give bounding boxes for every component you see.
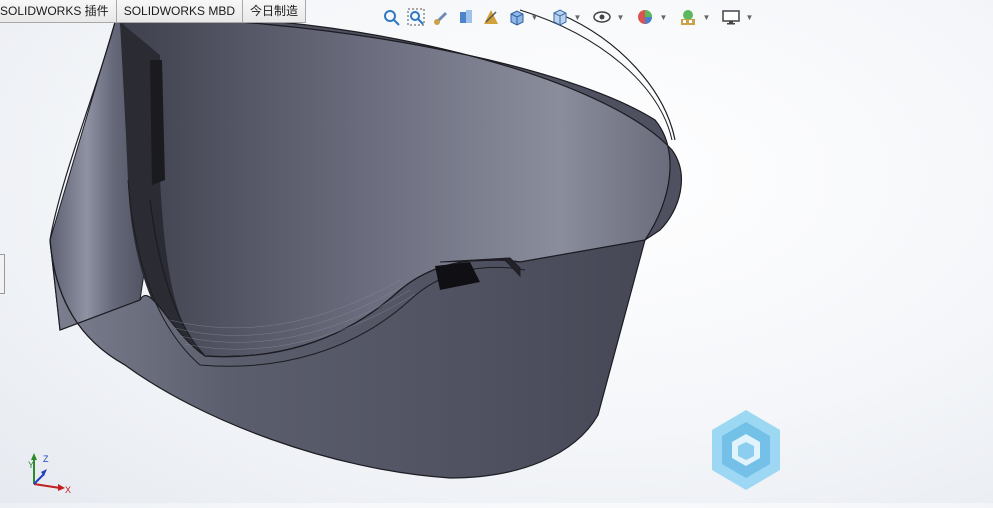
hide-show-dropdown-icon[interactable]: ▼ — [616, 6, 625, 28]
tab-solidworks-mbd[interactable]: SOLIDWORKS MBD — [116, 0, 244, 23]
cube-watermark-logo — [712, 410, 780, 490]
display-style-dropdown-icon[interactable]: ▼ — [573, 6, 582, 28]
view-settings-dropdown-icon[interactable]: ▼ — [745, 6, 754, 28]
triad-x-label: X — [65, 485, 71, 495]
view-orientation-icon[interactable] — [505, 6, 527, 28]
apply-scene-dropdown-icon[interactable]: ▼ — [702, 6, 711, 28]
zoom-to-area-icon[interactable] — [405, 6, 427, 28]
dynamic-annotation-icon[interactable] — [480, 6, 502, 28]
edit-appearance-dropdown-icon[interactable]: ▼ — [659, 6, 668, 28]
reference-triad: Y Z X — [28, 453, 71, 495]
model-view[interactable] — [0, 0, 993, 503]
graphics-area[interactable] — [0, 0, 993, 503]
tab-solidworks-addins[interactable]: SOLIDWORKS 插件 — [0, 0, 117, 23]
view-settings-icon[interactable] — [720, 6, 742, 28]
panel-collapse-handle[interactable] — [0, 254, 5, 294]
triad-x-axis — [33, 483, 61, 489]
view-orientation-dropdown-icon[interactable]: ▼ — [530, 6, 539, 28]
apply-scene-icon[interactable] — [677, 6, 699, 28]
tab-today-manufacture[interactable]: 今日制造 — [243, 0, 307, 23]
hide-show-items-icon[interactable] — [591, 6, 613, 28]
edit-appearance-icon[interactable] — [634, 6, 656, 28]
triad-z-label: Z — [43, 454, 49, 464]
section-view-icon[interactable] — [455, 6, 477, 28]
triad-z-axis — [33, 473, 45, 485]
triad-y-label: Y — [28, 460, 34, 470]
previous-view-icon[interactable] — [430, 6, 452, 28]
display-style-icon[interactable] — [548, 6, 570, 28]
command-manager-tabs: SOLIDWORKS 插件 SOLIDWORKS MBD 今日制造 — [0, 0, 307, 24]
zoom-to-fit-icon[interactable] — [380, 6, 402, 28]
heads-up-view-toolbar: ▼ ▼ ▼ ▼ ▼ ▼ — [380, 4, 760, 30]
